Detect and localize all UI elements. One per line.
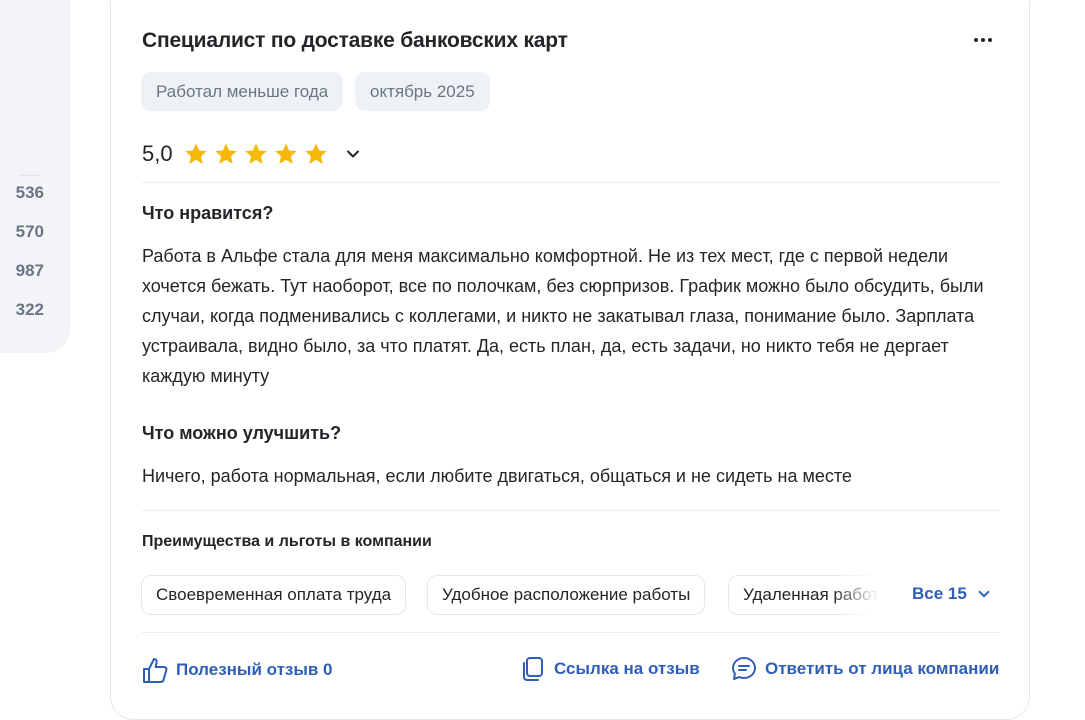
helpful-label: Полезный отзыв 0: [176, 660, 333, 679]
reply-label: Ответить от лица компании: [765, 659, 1000, 678]
star-icon: [274, 143, 297, 164]
rating-value: 5,0: [142, 141, 173, 166]
star-icon: [184, 143, 207, 164]
review-link-button[interactable]: Ссылка на отзыв: [520, 656, 700, 682]
more-icon: [974, 38, 992, 42]
star-icon: [304, 143, 327, 164]
chevron-down-icon[interactable]: [345, 146, 361, 162]
reply-button[interactable]: Ответить от лица компании: [731, 656, 999, 682]
all-benefits-button[interactable]: Все 15: [912, 584, 991, 604]
all-benefits-label: Все 15: [912, 584, 967, 603]
sidebar-stat: 322: [15, 300, 44, 319]
review-title: Специалист по доставке банковских карт: [142, 29, 568, 52]
sidebar-stat: 536: [15, 183, 44, 202]
helpful-button[interactable]: Полезный отзыв 0: [142, 656, 333, 684]
likes-text: Работа в Альфе стала для меня максимальн…: [142, 246, 984, 386]
improve-text: Ничего, работа нормальная, если любите д…: [142, 466, 852, 486]
benefit-chip: Удаленная работа: [728, 575, 878, 615]
star-icon: [244, 143, 267, 164]
sidebar-stats: 536 570 987 322: [0, 181, 44, 337]
sidebar-stat: 570: [15, 222, 44, 241]
star-icon: [214, 143, 237, 164]
benefit-chip: Своевременная оплата труда: [141, 575, 407, 615]
rating-row: 5,0: [142, 138, 361, 170]
chevron-down-icon: [978, 590, 990, 598]
sidebar-stat: 987: [15, 261, 44, 280]
divider: [142, 182, 1000, 183]
divider: [142, 632, 1000, 633]
divider: [142, 510, 1000, 511]
tag-duration: Работал меньше года: [141, 72, 344, 111]
sidebar-divider: [20, 175, 40, 176]
improve-heading: Что можно улучшить?: [142, 423, 342, 443]
copy-link-icon: [523, 657, 543, 681]
chat-icon: [732, 657, 756, 680]
review-link-label: Ссылка на отзыв: [554, 659, 700, 678]
benefit-chip: Удобное расположение работы: [427, 575, 706, 615]
more-options-button[interactable]: [966, 28, 1000, 52]
tag-date: октябрь 2025: [355, 72, 490, 111]
likes-heading: Что нравится?: [142, 203, 274, 223]
thumbs-up-icon: [143, 658, 168, 683]
benefits-heading: Преимущества и льготы в компании: [142, 533, 432, 550]
